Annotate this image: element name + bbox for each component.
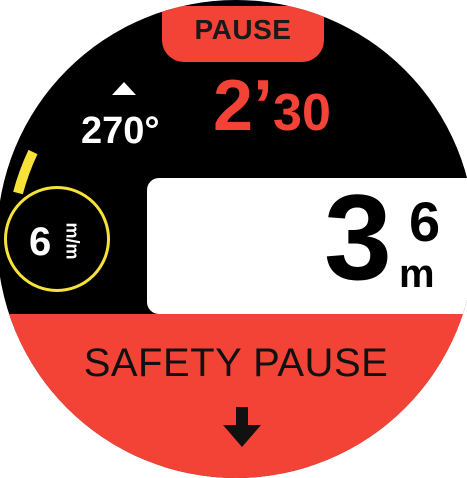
watch-face: PAUSE 270° 2’30 3 6 m 6 m/m SAFETY PAUSE: [0, 0, 467, 478]
safety-pause-text: SAFETY PAUSE: [83, 341, 389, 385]
safety-pause-alert-panel: [0, 314, 467, 478]
ascent-rate-unit: m/m: [62, 222, 83, 260]
ascent-rate-ring: [4, 186, 110, 292]
ascent-rate-value: 6: [29, 220, 52, 264]
down-arrow-icon: [223, 407, 261, 447]
